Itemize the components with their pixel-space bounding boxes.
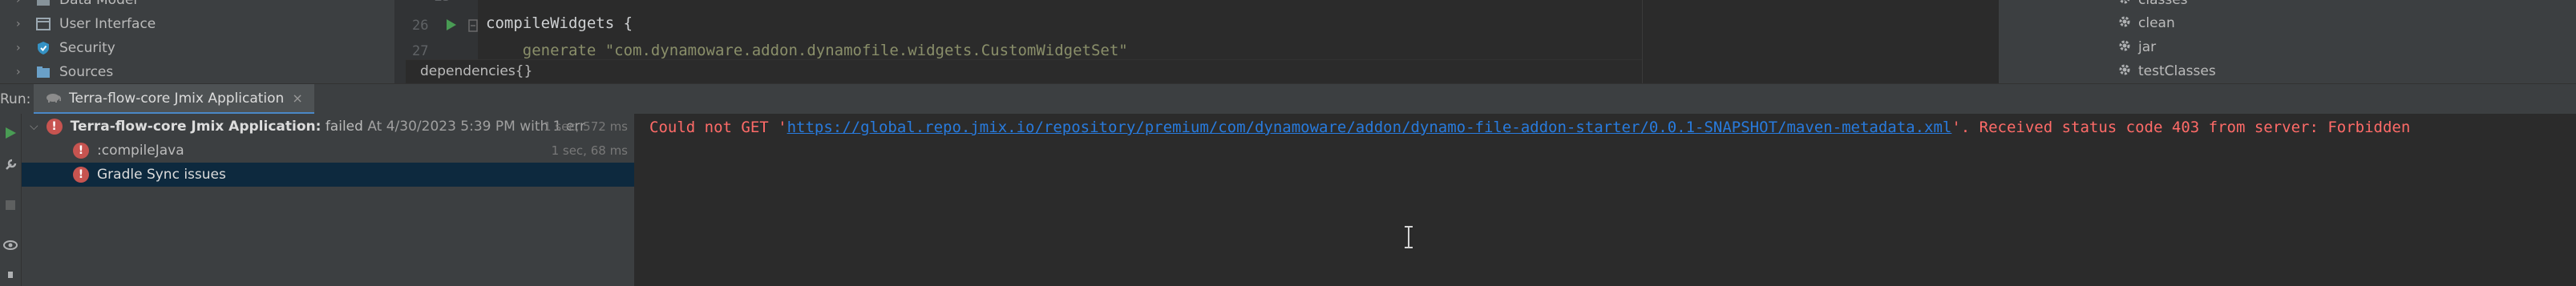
gear-icon [2117, 0, 2132, 10]
code-line: compileWidgets { [486, 14, 633, 32]
run-label: Run: [0, 91, 31, 107]
settings-button[interactable] [2, 157, 18, 173]
tree-item-sources[interactable]: › Sources [16, 61, 113, 83]
text-cursor-icon [1403, 226, 1414, 248]
folder-icon [35, 64, 51, 80]
editor-empty-area [1643, 0, 1999, 83]
gear-icon [2117, 14, 2132, 33]
task-label: Gradle Sync issues [97, 167, 226, 183]
tree-item-label: User Interface [59, 16, 156, 32]
error-icon: ! [46, 119, 63, 135]
shield-icon [35, 40, 51, 56]
tree-item-label: Sources [59, 64, 114, 80]
breadcrumb-item[interactable]: dependencies{} [420, 63, 532, 79]
run-title: Terra-flow-core Jmix Application: [70, 119, 321, 135]
gradle-task-label: classes [2138, 0, 2188, 8]
rerun-button[interactable] [2, 125, 18, 141]
play-icon [6, 127, 16, 139]
gradle-elephant-icon [45, 91, 62, 107]
console-error-line: Could not GET 'https://global.repo.jmix.… [649, 119, 2410, 136]
project-tree-scrollbar[interactable] [394, 0, 406, 83]
tree-item-label: Data Model [59, 0, 138, 8]
console-url-link[interactable]: https://global.repo.jmix.io/repository/p… [787, 119, 1952, 136]
console-error-suffix: '. Received status code 403 from server:… [1951, 119, 2411, 136]
close-icon[interactable]: × [292, 91, 302, 106]
tree-item-user-interface[interactable]: › User Interface [16, 13, 156, 35]
fold-icon[interactable] [468, 19, 478, 36]
run-toolbar [0, 114, 22, 286]
gear-icon [2117, 62, 2132, 81]
console-error-prefix: Could not GET ' [649, 119, 787, 136]
tree-item-label: Security [59, 40, 115, 56]
folder-icon [35, 0, 51, 8]
project-tree: › Data Model › User Interface › Security… [0, 0, 394, 83]
run-tab[interactable]: Terra-flow-core Jmix Application × [34, 84, 314, 115]
line-number: 27 [412, 43, 429, 59]
task-label: :compileJava [97, 143, 184, 159]
eye-icon [3, 240, 18, 250]
error-icon: ! [73, 143, 89, 159]
gradle-task-label: testClasses [2138, 63, 2216, 79]
run-gutter-icon[interactable] [446, 18, 457, 35]
build-results-tree: ⌵ ! Terra-flow-core Jmix Application: fa… [22, 114, 635, 286]
gradle-task-clean[interactable]: clean [2117, 12, 2175, 34]
chevron-right-icon[interactable]: › [16, 66, 27, 79]
console-output[interactable]: Could not GET 'https://global.repo.jmix.… [635, 114, 2576, 286]
layout-icon [35, 16, 51, 32]
line-number: 26 [412, 18, 429, 34]
gradle-task-jar[interactable]: jar [2117, 36, 2156, 58]
stop-button[interactable] [2, 197, 18, 213]
tree-row-root[interactable]: ⌵ ! Terra-flow-core Jmix Application: fa… [22, 115, 634, 139]
view-options-button[interactable] [2, 237, 18, 253]
run-duration: 1 sec, 572 ms [544, 119, 628, 134]
gradle-task-label: jar [2138, 39, 2157, 55]
stop-icon [6, 200, 15, 210]
line-number: 25 [435, 0, 451, 5]
wrench-icon [6, 159, 17, 170]
pin-button[interactable] [2, 268, 18, 284]
chevron-down-icon[interactable]: ⌵ [30, 120, 38, 133]
breadcrumb: dependencies{} [406, 59, 1642, 84]
gear-icon [2117, 38, 2132, 57]
tree-item-data-model[interactable]: › Data Model [16, 0, 137, 11]
tree-row-compilejava[interactable]: ! :compileJava 1 sec, 68 ms [22, 139, 634, 163]
gradle-tool-window: classes clean jar testClasses [1999, 0, 2576, 83]
chevron-right-icon[interactable]: › [16, 0, 27, 6]
pin-icon [8, 272, 13, 278]
run-tool-window-header: Run: Terra-flow-core Jmix Application × [0, 83, 2576, 115]
task-duration: 1 sec, 68 ms [551, 143, 628, 158]
run-status: failed [325, 119, 363, 135]
error-icon: ! [73, 167, 89, 183]
chevron-right-icon[interactable]: › [16, 42, 27, 54]
gradle-task-label: clean [2138, 15, 2175, 31]
tree-item-security[interactable]: › Security [16, 37, 115, 59]
chevron-right-icon[interactable]: › [16, 18, 27, 30]
gradle-task-testclasses[interactable]: testClasses [2117, 60, 2216, 83]
gradle-task-classes[interactable]: classes [2117, 0, 2188, 11]
run-tab-label: Terra-flow-core Jmix Application [69, 90, 285, 107]
tree-row-gradle-sync-issues[interactable]: ! Gradle Sync issues [22, 163, 634, 187]
code-line: generate "com.dynamoware.addon.dynamofil… [486, 42, 1128, 59]
